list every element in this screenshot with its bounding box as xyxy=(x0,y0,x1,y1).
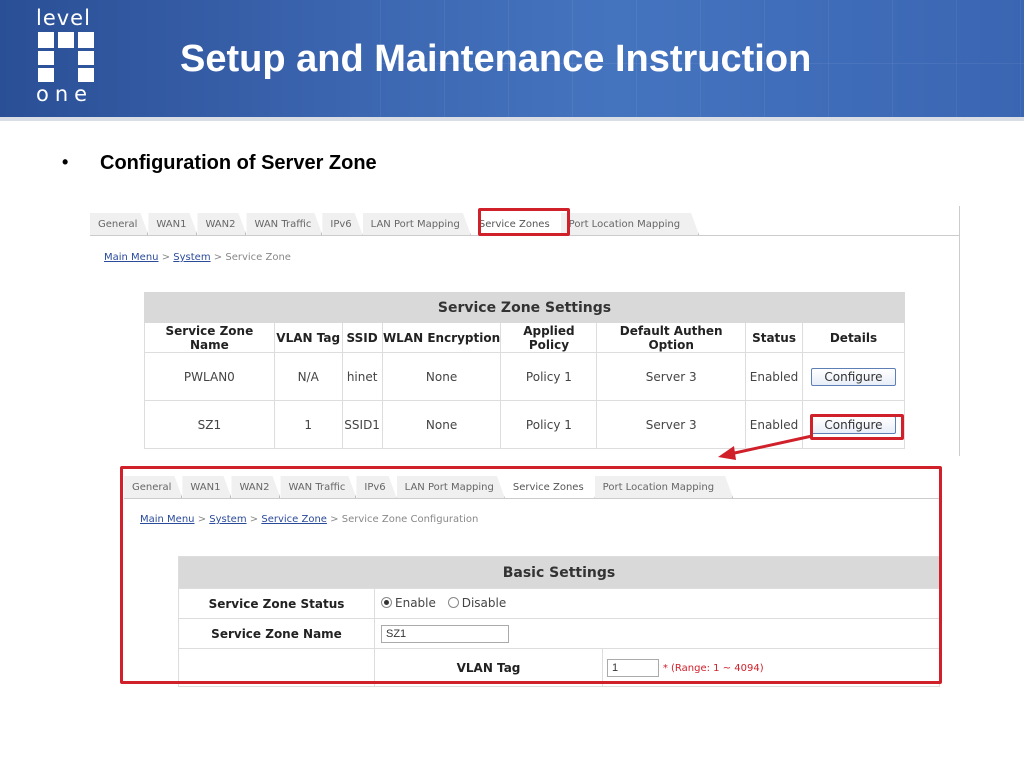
breadcrumb-main-menu[interactable]: Main Menu xyxy=(104,252,159,263)
tab-bar: General WAN1 WAN2 WAN Traffic IPv6 LAN P… xyxy=(90,209,699,235)
cell-vlan: 1 xyxy=(273,400,343,449)
logo-word-one: one xyxy=(36,82,94,106)
cell-status: Enabled xyxy=(745,352,803,401)
tab-wan-traffic[interactable]: WAN Traffic xyxy=(246,213,322,235)
col-header: WLAN Encryption xyxy=(381,322,502,353)
slide-title: Setup and Maintenance Instruction xyxy=(180,38,812,80)
highlight-config-panel xyxy=(120,466,942,684)
col-header: Default Authen Option xyxy=(596,322,747,353)
tab-ipv6[interactable]: IPv6 xyxy=(322,213,362,235)
highlight-configure-button xyxy=(810,414,904,440)
breadcrumb-current: Service Zone xyxy=(225,252,291,263)
cell-authen: Server 3 xyxy=(596,352,747,401)
cell-encryption: None xyxy=(381,400,502,449)
cell-vlan: N/A xyxy=(273,352,343,401)
col-header: Details xyxy=(802,322,905,353)
cell-zone-name: PWLAN0 xyxy=(144,352,275,401)
breadcrumb: Main Menu > System > Service Zone xyxy=(104,252,291,263)
table-caption: Service Zone Settings xyxy=(144,292,905,323)
configure-button-pwlan0[interactable]: Configure xyxy=(811,367,896,386)
header-divider xyxy=(0,117,1024,121)
col-header: VLAN Tag xyxy=(273,322,343,353)
col-header: Service Zone Name xyxy=(144,322,275,353)
level-one-logo: level one xyxy=(34,6,106,106)
cell-policy: Policy 1 xyxy=(500,352,598,401)
cell-ssid: hinet xyxy=(341,352,383,401)
tab-lan-port-mapping[interactable]: LAN Port Mapping xyxy=(363,213,471,235)
breadcrumb-system[interactable]: System xyxy=(173,252,210,263)
breadcrumb-sep: > xyxy=(161,252,171,263)
col-header: SSID xyxy=(341,322,383,353)
bullet-text: Configuration of Server Zone xyxy=(100,152,377,174)
logo-word-level: level xyxy=(36,6,91,30)
col-header: Status xyxy=(745,322,803,353)
tab-wan2[interactable]: WAN2 xyxy=(197,213,246,235)
slide-header: level one Setup and Maintenance Instruct… xyxy=(0,0,1024,118)
tab-wan1[interactable]: WAN1 xyxy=(148,213,197,235)
table-row: PWLAN0 N/A hinet None Policy 1 Server 3 … xyxy=(144,352,905,401)
tab-port-location-mapping[interactable]: Port Location Mapping xyxy=(561,213,699,235)
cell-zone-name: SZ1 xyxy=(144,400,275,449)
cell-details: Configure xyxy=(802,352,905,401)
tab-general[interactable]: General xyxy=(90,213,148,235)
logo-grid-icon xyxy=(38,32,100,84)
service-zone-table: Service Zone Settings Service Zone Name … xyxy=(144,292,905,449)
breadcrumb-sep: > xyxy=(213,252,223,263)
highlight-service-zones-tab xyxy=(478,208,570,236)
cell-policy: Policy 1 xyxy=(500,400,598,449)
cell-ssid: SSID1 xyxy=(341,400,383,449)
col-header: Applied Policy xyxy=(500,322,598,353)
cell-encryption: None xyxy=(381,352,502,401)
bullet-dot-icon: • xyxy=(62,152,69,172)
